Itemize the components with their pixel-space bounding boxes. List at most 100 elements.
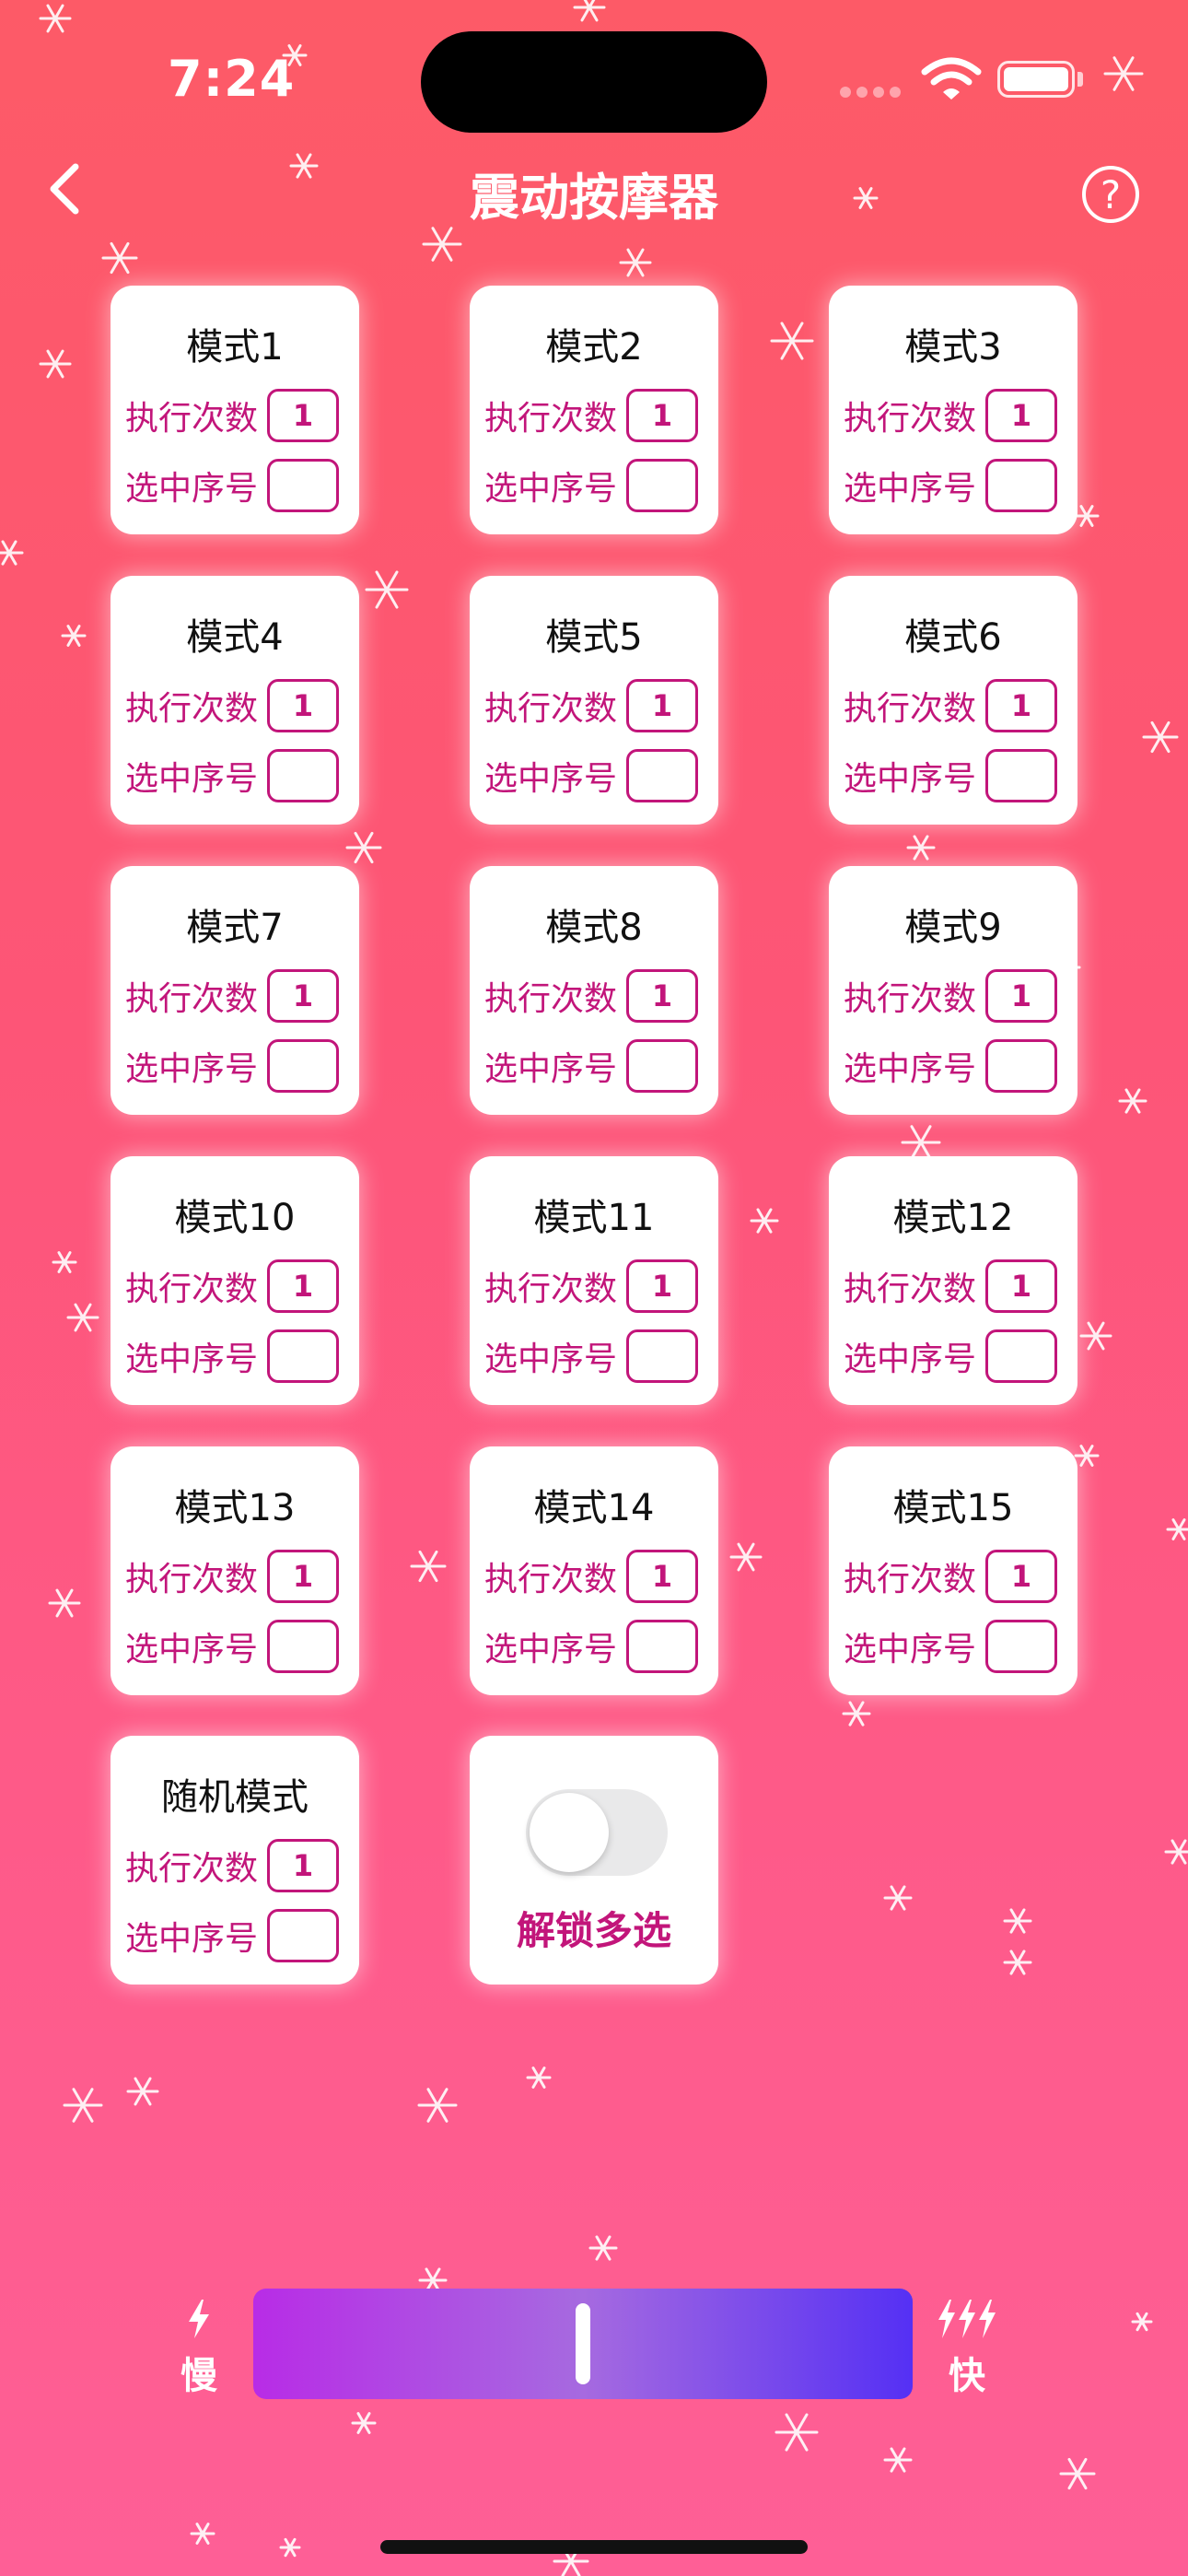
select-label: 选中序号 [484,1631,618,1669]
count-row: 执行次数 1 [844,679,1057,732]
count-label: 执行次数 [484,980,618,1018]
count-input[interactable]: 1 [267,1550,339,1603]
select-row: 选中序号 [125,749,339,802]
select-index-input[interactable] [985,1620,1057,1673]
count-input[interactable]: 1 [985,1259,1057,1313]
count-input[interactable]: 1 [267,679,339,732]
speed-slider[interactable] [253,2289,913,2399]
select-row: 选中序号 [484,1620,698,1673]
select-index-input[interactable] [626,749,698,802]
select-index-input[interactable] [267,459,339,512]
count-row: 执行次数 1 [125,679,339,732]
select-row: 选中序号 [844,1039,1057,1093]
count-input[interactable]: 1 [267,969,339,1023]
select-label: 选中序号 [844,1341,977,1378]
question-mark-icon: ? [1100,171,1122,217]
select-row: 选中序号 [484,1039,698,1093]
select-index-input[interactable] [985,749,1057,802]
select-index-input[interactable] [626,1039,698,1093]
dynamic-island [421,31,767,133]
mode-title: 模式6 [904,616,1002,659]
home-indicator [380,2540,808,2554]
select-index-input[interactable] [267,1909,339,1962]
count-input[interactable]: 1 [626,969,698,1023]
mode-title: 模式4 [186,616,284,659]
count-input[interactable]: 1 [267,389,339,442]
select-index-input[interactable] [626,1620,698,1673]
mode-card[interactable]: 模式9 执行次数 1 选中序号 [829,866,1077,1115]
mode-title: 模式2 [545,326,643,369]
count-label: 执行次数 [125,1561,259,1598]
mode-title: 模式5 [545,616,643,659]
mode-card[interactable]: 模式12 执行次数 1 选中序号 [829,1156,1077,1405]
multi-select-toggle[interactable] [526,1789,668,1876]
count-input[interactable]: 1 [626,679,698,732]
mode-card[interactable]: 模式14 执行次数 1 选中序号 [470,1446,718,1695]
select-row: 选中序号 [484,459,698,512]
mode-card[interactable]: 随机模式 执行次数 1 选中序号 [111,1736,359,1985]
mode-card[interactable]: 模式15 执行次数 1 选中序号 [829,1446,1077,1695]
select-row: 选中序号 [484,749,698,802]
battery-icon [997,61,1075,98]
count-input[interactable]: 1 [626,1259,698,1313]
select-index-input[interactable] [267,749,339,802]
count-row: 执行次数 1 [125,969,339,1023]
mode-card[interactable]: 模式11 执行次数 1 选中序号 [470,1156,718,1405]
select-index-input[interactable] [267,1039,339,1093]
count-label: 执行次数 [484,1270,618,1308]
select-index-input[interactable] [985,1329,1057,1383]
select-label: 选中序号 [484,1050,618,1088]
select-label: 选中序号 [844,1631,977,1669]
count-label: 执行次数 [125,980,259,1018]
select-index-input[interactable] [626,459,698,512]
mode-card[interactable]: 模式1 执行次数 1 选中序号 [111,286,359,534]
select-label: 选中序号 [484,1341,618,1378]
mode-card[interactable]: 模式13 执行次数 1 选中序号 [111,1446,359,1695]
status-time: 7:24 [168,50,296,108]
count-input[interactable]: 1 [267,1839,339,1892]
select-row: 选中序号 [125,1620,339,1673]
select-index-input[interactable] [267,1329,339,1383]
count-row: 执行次数 1 [125,1259,339,1313]
mode-card[interactable]: 模式3 执行次数 1 选中序号 [829,286,1077,534]
mode-card[interactable]: 模式10 执行次数 1 选中序号 [111,1156,359,1405]
count-input[interactable]: 1 [985,679,1057,732]
count-label: 执行次数 [844,1270,977,1308]
mode-title: 模式7 [186,907,284,949]
select-row: 选中序号 [484,1329,698,1383]
select-row: 选中序号 [125,1909,339,1962]
mode-card[interactable]: 模式8 执行次数 1 选中序号 [470,866,718,1115]
count-row: 执行次数 1 [484,679,698,732]
count-label: 执行次数 [125,400,259,438]
select-index-input[interactable] [985,459,1057,512]
help-button[interactable]: ? [1082,166,1139,223]
speed-slider-thumb[interactable] [576,2303,590,2384]
count-label: 执行次数 [125,690,259,728]
count-input[interactable]: 1 [985,389,1057,442]
select-index-input[interactable] [626,1329,698,1383]
count-input[interactable]: 1 [267,1259,339,1313]
count-label: 执行次数 [125,1850,259,1888]
mode-card[interactable]: 模式6 执行次数 1 选中序号 [829,576,1077,825]
mode-card[interactable]: 模式4 执行次数 1 选中序号 [111,576,359,825]
count-row: 执行次数 1 [484,969,698,1023]
select-row: 选中序号 [844,459,1057,512]
select-label: 选中序号 [125,1341,259,1378]
select-index-input[interactable] [985,1039,1057,1093]
mode-title: 模式1 [186,326,284,369]
mode-card[interactable]: 模式2 执行次数 1 选中序号 [470,286,718,534]
lightning-icon [189,2300,209,2338]
count-row: 执行次数 1 [125,389,339,442]
select-index-input[interactable] [267,1620,339,1673]
mode-card[interactable]: 模式5 执行次数 1 选中序号 [470,576,718,825]
count-input[interactable]: 1 [626,1550,698,1603]
count-input[interactable]: 1 [626,389,698,442]
mode-title: 模式14 [533,1487,655,1529]
select-label: 选中序号 [844,470,977,508]
count-input[interactable]: 1 [985,969,1057,1023]
select-row: 选中序号 [844,1620,1057,1673]
page-title: 震动按摩器 [470,169,718,227]
mode-title: 模式9 [904,907,1002,949]
mode-card[interactable]: 模式7 执行次数 1 选中序号 [111,866,359,1115]
count-input[interactable]: 1 [985,1550,1057,1603]
